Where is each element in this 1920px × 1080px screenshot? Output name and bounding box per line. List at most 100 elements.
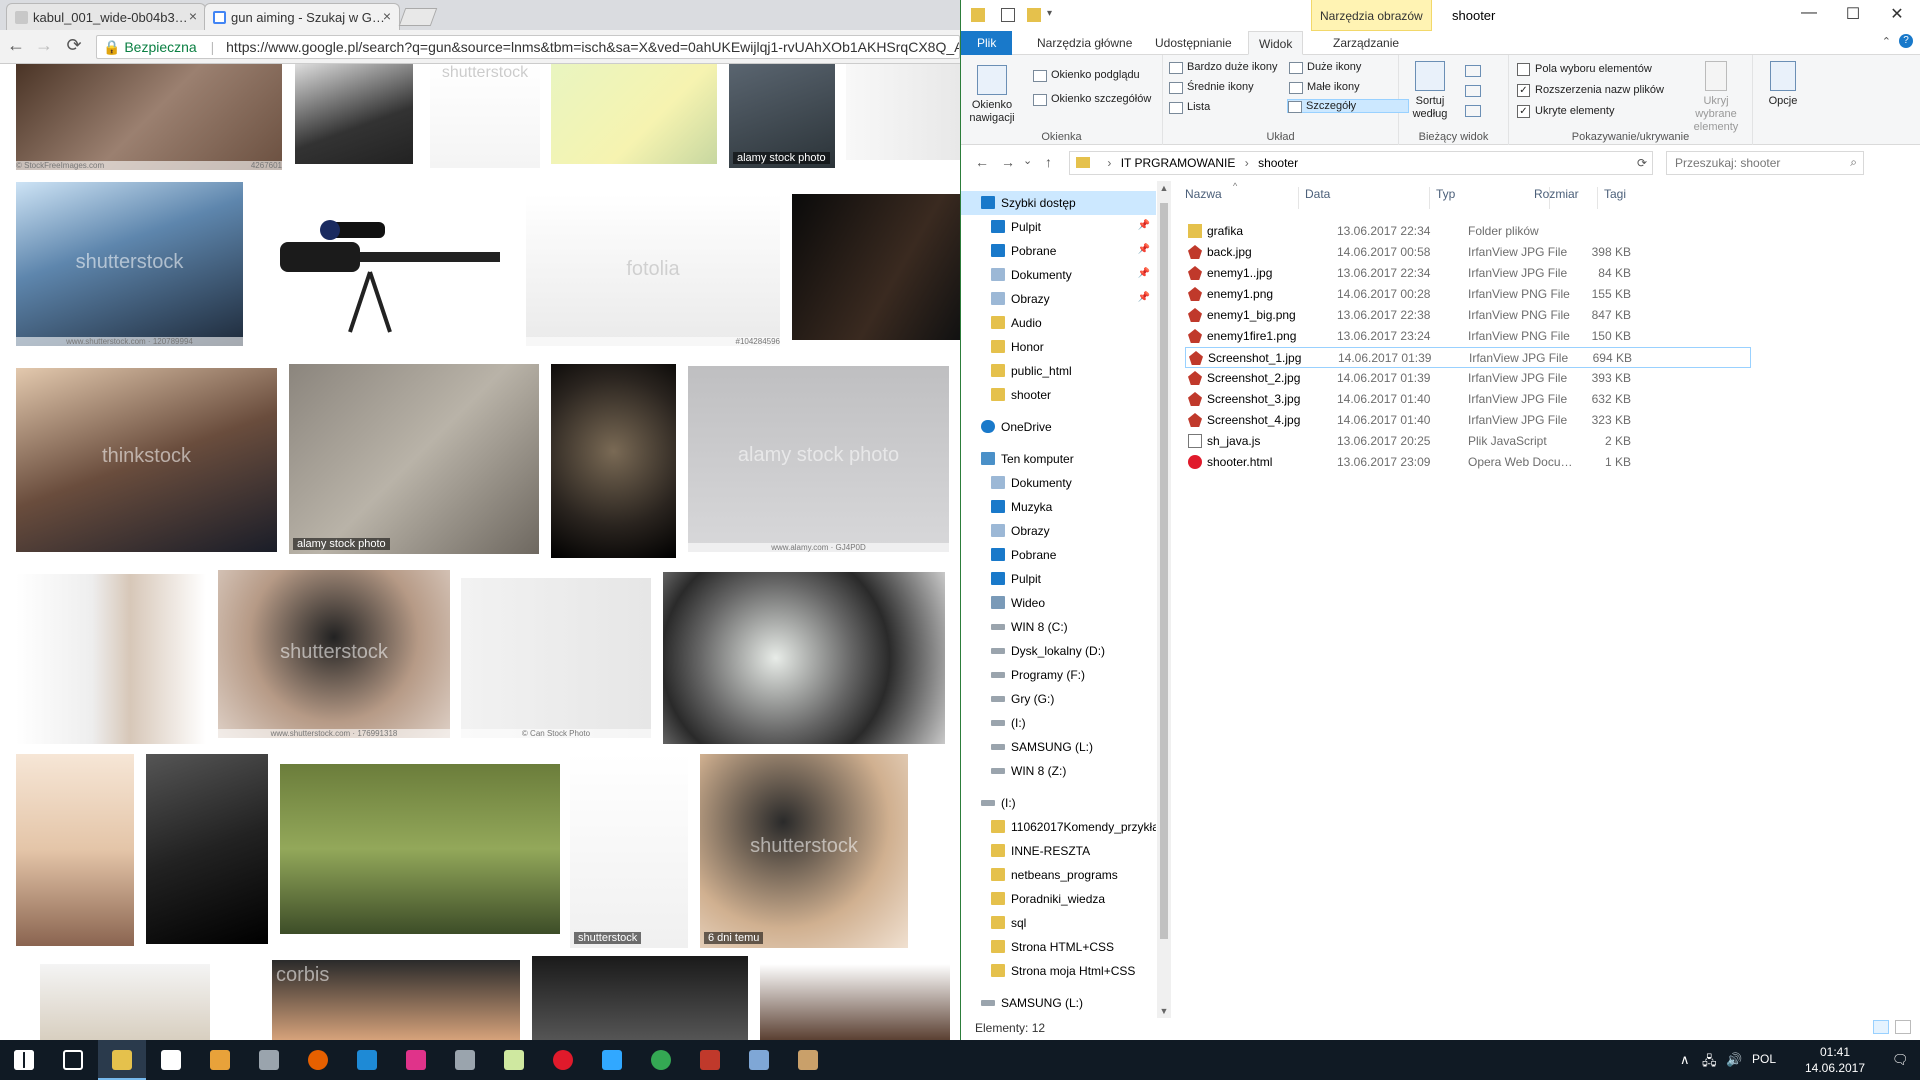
- nav-item[interactable]: Poradniki_wiedza: [961, 887, 1156, 911]
- pin-icon[interactable]: 📌: [1138, 220, 1150, 231]
- search-input[interactable]: Przeszukaj: shooter ⌕: [1666, 151, 1864, 175]
- large-icons-view-icon[interactable]: [1895, 1020, 1911, 1034]
- collapse-ribbon-icon[interactable]: ⌃: [1882, 35, 1891, 48]
- file-row[interactable]: enemy1..jpg 13.06.2017 22:34 IrfanView JPG…: [1185, 263, 1751, 284]
- taskbar-button[interactable]: [294, 1040, 342, 1080]
- nav-item[interactable]: Strona HTML+CSS: [961, 935, 1156, 959]
- close-button[interactable]: ✕: [1875, 4, 1919, 24]
- file-row[interactable]: sh_java.js 13.06.2017 20:25 Plik JavaScrip…: [1185, 431, 1751, 452]
- pin-icon[interactable]: 📌: [1138, 292, 1150, 303]
- taskbar-button[interactable]: [343, 1040, 391, 1080]
- notifications-icon[interactable]: 🗨: [1892, 1052, 1909, 1068]
- nav-item[interactable]: Obrazy 📌: [961, 287, 1156, 311]
- nav-item[interactable]: Szybki dostęp: [961, 191, 1156, 215]
- image-result[interactable]: [280, 764, 560, 934]
- forward-button[interactable]: →: [1001, 154, 1015, 170]
- scroll-down-icon[interactable]: ▼: [1157, 1006, 1171, 1016]
- image-result[interactable]: © Can Stock Photo: [461, 578, 651, 738]
- help-icon[interactable]: ?: [1899, 34, 1913, 48]
- image-result[interactable]: [146, 754, 268, 944]
- file-row[interactable]: back.jpg 14.06.2017 00:58 IrfanView JPG Fi…: [1185, 242, 1751, 263]
- file-row[interactable]: Screenshot_4.jpg 14.06.2017 01:40 IrfanVie…: [1185, 410, 1751, 431]
- file-row[interactable]: grafika 13.06.2017 22:34 Folder plików: [1185, 221, 1751, 242]
- column-header-name[interactable]: Nazwa: [1179, 187, 1299, 209]
- file-row[interactable]: shooter.html 13.06.2017 23:09 Opera Web Do…: [1185, 452, 1751, 473]
- image-result[interactable]: alamy stock photo www.alamy.com · GJ4P0D: [688, 366, 949, 552]
- scrollbar-thumb[interactable]: [1160, 203, 1168, 939]
- layout-list[interactable]: Lista: [1169, 101, 1210, 114]
- image-result[interactable]: shutterstock 6 dni temu: [700, 754, 908, 948]
- breadcrumb-item[interactable]: shooter: [1258, 156, 1298, 170]
- details-pane-button[interactable]: Okienko szczegółów: [1033, 93, 1151, 106]
- nav-item[interactable]: Muzyka: [961, 495, 1156, 519]
- hide-selected-button[interactable]: Ukryj wybrane elementy: [1685, 61, 1747, 134]
- nav-item[interactable]: WIN 8 (C:): [961, 615, 1156, 639]
- refresh-icon[interactable]: ⟳: [1637, 156, 1647, 170]
- nav-item[interactable]: netbeans_programs: [961, 863, 1156, 887]
- new-tab-button[interactable]: [398, 8, 438, 26]
- nav-item[interactable]: (I:): [961, 711, 1156, 735]
- taskbar-button[interactable]: [637, 1040, 685, 1080]
- nav-item[interactable]: Strona moja Html+CSS: [961, 959, 1156, 983]
- pin-icon[interactable]: 📌: [1138, 244, 1150, 255]
- chevron-right-icon[interactable]: ›: [1107, 156, 1111, 170]
- nav-item[interactable]: Obrazy: [961, 519, 1156, 543]
- layout-small-icons[interactable]: Małe ikony: [1289, 81, 1360, 94]
- image-result[interactable]: shutterstock www.shutterstock.com · 1207…: [16, 182, 243, 346]
- new-folder-icon[interactable]: [1027, 8, 1041, 22]
- minimize-button[interactable]: —: [1787, 4, 1831, 22]
- layout-medium-icons[interactable]: Średnie ikony: [1169, 81, 1254, 94]
- image-result[interactable]: shutterstock www.shutterstock.com · 1769…: [218, 570, 450, 738]
- taskbar-button[interactable]: [49, 1040, 97, 1080]
- taskbar-button[interactable]: [588, 1040, 636, 1080]
- image-result[interactable]: corbis: [272, 960, 520, 1040]
- taskbar-button[interactable]: [98, 1040, 146, 1080]
- taskbar-button[interactable]: [686, 1040, 734, 1080]
- image-result[interactable]: shutterstock: [430, 64, 540, 168]
- taskbar-button[interactable]: [490, 1040, 538, 1080]
- hidden-items-toggle[interactable]: ✓ Ukryte elementy: [1517, 105, 1614, 118]
- up-button[interactable]: ↑: [1045, 154, 1052, 170]
- properties-icon[interactable]: [1001, 8, 1015, 22]
- breadcrumb-item[interactable]: IT PRGRAMOWANIE: [1121, 156, 1236, 170]
- image-result[interactable]: [532, 956, 748, 1040]
- nav-item[interactable]: SAMSUNG (L:): [961, 735, 1156, 759]
- image-result[interactable]: [40, 964, 210, 1040]
- taskbar-button[interactable]: [245, 1040, 293, 1080]
- tab-share[interactable]: Udostępnianie: [1145, 31, 1242, 55]
- nav-item[interactable]: 11062017Komendy_przykła: [961, 815, 1156, 839]
- file-extensions-toggle[interactable]: ✓ Rozszerzenia nazw plików: [1517, 84, 1664, 97]
- taskbar-button[interactable]: [147, 1040, 195, 1080]
- file-row[interactable]: Screenshot_3.jpg 14.06.2017 01:40 IrfanVie…: [1185, 389, 1751, 410]
- image-result[interactable]: [16, 754, 134, 946]
- nav-item[interactable]: OneDrive: [961, 415, 1156, 439]
- tab-manage[interactable]: Zarządzanie: [1323, 31, 1409, 55]
- navigation-pane-button[interactable]: Okienko nawigacji: [967, 65, 1017, 125]
- image-result[interactable]: [270, 182, 514, 346]
- image-result[interactable]: [792, 194, 960, 340]
- taskbar-button[interactable]: [539, 1040, 587, 1080]
- clock[interactable]: 01:41 14.06.2017: [1795, 1044, 1875, 1076]
- image-result[interactable]: thinkstock: [16, 368, 277, 552]
- column-header-size[interactable]: Rozmiar: [1528, 187, 1598, 209]
- file-row[interactable]: enemy1fire1.png 13.06.2017 23:24 IrfanView…: [1185, 326, 1751, 347]
- nav-item[interactable]: WIN 8 (Z:): [961, 759, 1156, 783]
- tab-google-search[interactable]: gun aiming - Szukaj w G… ×: [204, 3, 400, 30]
- image-result[interactable]: [663, 572, 945, 744]
- nav-item[interactable]: Ten komputer: [961, 447, 1156, 471]
- tab-kabul[interactable]: kabul_001_wide-0b04b3… ×: [6, 3, 206, 30]
- show-hidden-icons-icon[interactable]: ∧: [1680, 1052, 1690, 1068]
- file-row[interactable]: Screenshot_1.jpg 14.06.2017 01:39 IrfanVie…: [1185, 347, 1751, 368]
- scroll-up-icon[interactable]: ▲: [1157, 183, 1171, 193]
- nav-item[interactable]: Dokumenty: [961, 471, 1156, 495]
- quick-access-dropdown-icon[interactable]: ▾: [1047, 8, 1055, 22]
- taskbar-button[interactable]: [196, 1040, 244, 1080]
- image-result[interactable]: [295, 64, 413, 164]
- nav-item[interactable]: INNE-RESZTA: [961, 839, 1156, 863]
- language-indicator[interactable]: POL: [1752, 1052, 1776, 1066]
- tab-file[interactable]: Plik: [961, 31, 1013, 55]
- network-icon[interactable]: 🖧: [1702, 1052, 1717, 1074]
- image-result[interactable]: [846, 64, 960, 160]
- sort-by-button[interactable]: Sortuj według: [1405, 61, 1455, 121]
- close-tab-icon[interactable]: ×: [383, 8, 391, 24]
